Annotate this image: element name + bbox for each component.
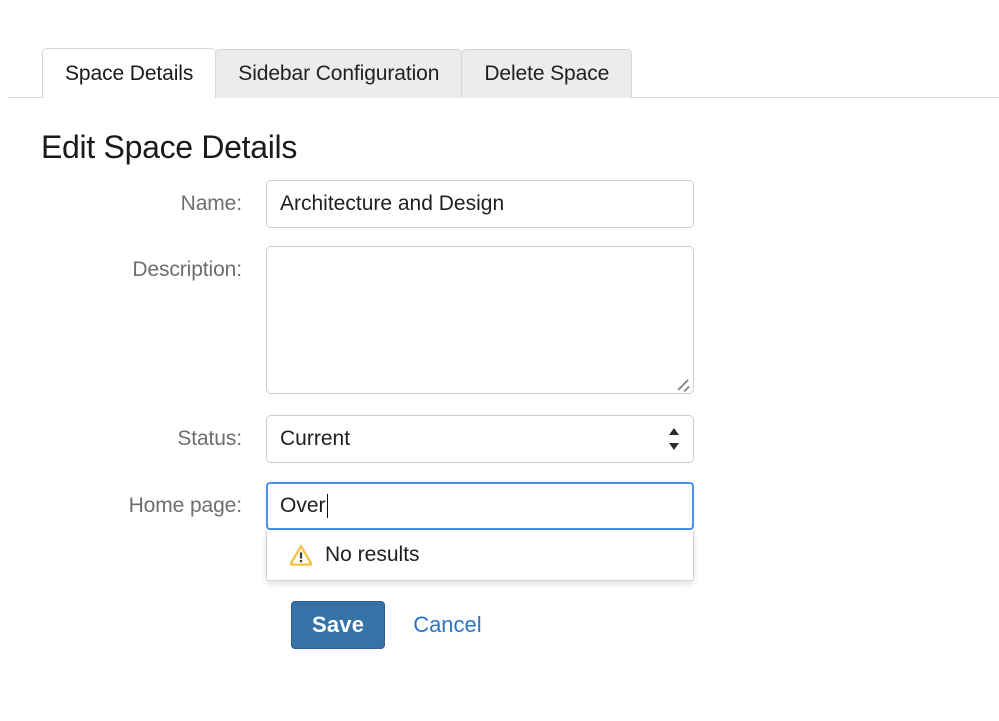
cancel-link[interactable]: Cancel: [413, 612, 481, 638]
form-row-name: Name:: [0, 180, 999, 228]
status-label: Status:: [177, 427, 242, 450]
tab-list: Space Details Sidebar Configuration Dele…: [42, 42, 633, 99]
home-page-combobox: Over No results: [266, 482, 694, 581]
tab-label: Delete Space: [484, 62, 610, 85]
form-row-status: Status: Current: [0, 415, 999, 463]
edit-space-form: Name: Description: Status: Current Home …: [0, 180, 999, 581]
home-page-input-value: Over: [280, 494, 326, 517]
status-select[interactable]: Current: [266, 415, 694, 463]
tab-sidebar-configuration[interactable]: Sidebar Configuration: [215, 49, 463, 98]
page-title: Edit Space Details: [41, 129, 298, 165]
tab-strip: Space Details Sidebar Configuration Dele…: [0, 42, 999, 99]
tab-label: Space Details: [65, 61, 194, 85]
home-page-label: Home page:: [128, 494, 243, 517]
form-row-description: Description:: [0, 246, 999, 394]
tab-label: Sidebar Configuration: [238, 62, 440, 85]
tab-delete-space[interactable]: Delete Space: [461, 49, 633, 98]
name-input[interactable]: [266, 180, 694, 228]
home-page-dropdown: No results: [266, 530, 694, 581]
dropdown-item-label: No results: [325, 543, 420, 566]
select-stepper-icon: [669, 426, 680, 452]
tab-space-details[interactable]: Space Details: [42, 48, 217, 99]
form-actions: Save Cancel: [291, 601, 482, 649]
dropdown-item-no-results[interactable]: No results: [267, 530, 693, 580]
warning-triangle-icon: [289, 545, 313, 566]
description-textarea[interactable]: [266, 246, 694, 394]
save-button[interactable]: Save: [291, 601, 386, 649]
status-selected-value: Current: [280, 427, 351, 450]
home-page-input[interactable]: Over: [266, 482, 694, 530]
description-label: Description:: [132, 258, 242, 281]
text-cursor: [326, 494, 329, 518]
resize-handle-icon[interactable]: [676, 376, 690, 392]
name-label: Name:: [180, 192, 242, 215]
form-row-home-page: Home page: Over No results: [0, 482, 999, 581]
